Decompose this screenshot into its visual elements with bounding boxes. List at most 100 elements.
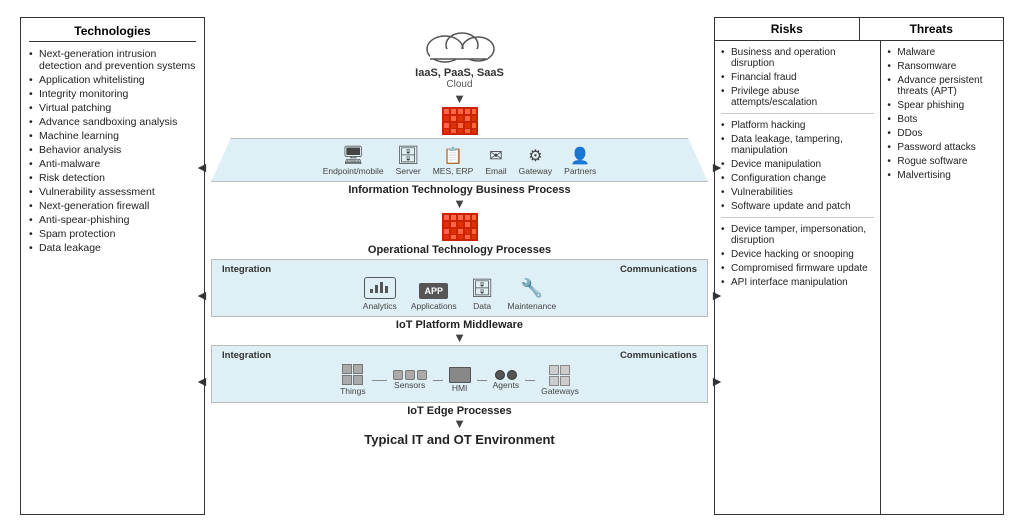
firewall-2 — [211, 213, 708, 241]
threat-item: DDos — [887, 126, 997, 140]
technologies-list: Next-generation intrusion detection and … — [29, 47, 196, 255]
threat-item: Advance persistent threats (APT) — [887, 73, 997, 98]
analytics-label: Analytics — [363, 301, 397, 311]
gateway-label: Gateway — [519, 166, 553, 176]
threat-item: Spear phishing — [887, 98, 997, 112]
gateways-label: Gateways — [541, 386, 579, 396]
risk-item: Business and operation disruption — [721, 45, 874, 70]
ot-communications-label: Communications — [620, 264, 697, 275]
edge-integration-label: Integration — [222, 350, 271, 361]
cloud-down-arrow: ▼ — [211, 94, 708, 104]
middle-down-arrow: ▼ — [211, 198, 708, 210]
list-item: Spam protection — [29, 227, 196, 241]
edge-nodes-row: Things Sensors — [222, 361, 697, 399]
edge-communications-label: Communications — [620, 350, 697, 361]
risk-item: Privilege abuse attempts/escalation — [721, 84, 874, 109]
it-title: Information Technology Business Process — [211, 184, 708, 196]
sensors-group: Sensors — [393, 370, 427, 390]
maintenance-label: Maintenance — [508, 301, 557, 311]
things-label: Things — [340, 386, 366, 396]
risks-column: Business and operation disruption Financ… — [715, 41, 881, 514]
hmi-group: HMI — [449, 367, 471, 393]
threat-item: Rogue software — [887, 154, 997, 168]
threats-column: Malware Ransomware Advance persistent th… — [881, 41, 1003, 514]
cloud-sublabel: Cloud — [446, 79, 472, 90]
ot-int-comm-row: Integration Communications — [222, 264, 697, 275]
risk-item: Device tamper, impersonation, disruption — [721, 222, 874, 247]
ot-title: IoT Platform Middleware — [211, 319, 708, 331]
gateways-group: Gateways — [541, 365, 579, 396]
risk-item: Software update and patch — [721, 199, 874, 213]
mes-erp-item: 📋 MES, ERP — [433, 146, 474, 176]
cloud-label: IaaS, PaaS, SaaS — [415, 67, 504, 79]
list-item: Data leakage — [29, 241, 196, 255]
maintenance-item: 🔧 Maintenance — [508, 278, 557, 311]
connector-line-3 — [477, 380, 487, 381]
edge-layer: ◄ ► Integration Communications — [211, 345, 708, 417]
list-item: Next-generation intrusion detection and … — [29, 47, 196, 73]
list-item: Machine learning — [29, 129, 196, 143]
risks-group-3: Device tamper, impersonation, disruption… — [721, 222, 874, 293]
sensors-label: Sensors — [394, 380, 425, 390]
risk-item: Device hacking or snooping — [721, 247, 874, 261]
risks-group-2: Platform hacking Data leakage, tampering… — [721, 118, 874, 218]
risk-item: Vulnerabilities — [721, 185, 874, 199]
list-item: Next-generation firewall — [29, 199, 196, 213]
ot-integration-label: Integration — [222, 264, 271, 275]
risks-threats-header: Risks Threats — [714, 17, 1004, 40]
threats-header: Threats — [860, 18, 1004, 40]
list-item: Vulnerability assessment — [29, 185, 196, 199]
analytics-item: Analytics — [363, 277, 397, 311]
ot-edge-down-arrow: ▼ — [211, 333, 708, 343]
technologies-title: Technologies — [29, 24, 196, 42]
data-label: Data — [473, 301, 491, 311]
data-item: 🗄 Data — [471, 278, 494, 311]
risk-item: Data leakage, tampering, manipulation — [721, 132, 874, 157]
email-item: ✉ Email — [485, 146, 506, 176]
edge-left-arrow: ◄ — [195, 373, 209, 389]
hmi-label: HMI — [452, 383, 468, 393]
endpoint-label: Endpoint/mobile — [323, 166, 384, 176]
edge-title: IoT Edge Processes — [211, 405, 708, 417]
ot-icons-row: Analytics APP Applications 🗄 Data 🔧 — [222, 275, 697, 313]
threat-item: Malware — [887, 45, 997, 59]
partners-item: 👤 Partners — [564, 146, 596, 176]
right-panels: Risks Threats Business and operation dis… — [714, 17, 1004, 515]
connector-line-4 — [525, 380, 535, 381]
list-item: Risk detection — [29, 171, 196, 185]
threat-item: Password attacks — [887, 140, 997, 154]
server-label: Server — [396, 166, 421, 176]
ot-process-label: Operational Technology Processes — [211, 244, 708, 256]
risks-group-1: Business and operation disruption Financ… — [721, 45, 874, 114]
partners-label: Partners — [564, 166, 596, 176]
connector-line-1 — [372, 380, 387, 381]
bottom-label: Typical IT and OT Environment — [211, 432, 708, 447]
ot-left-arrow: ◄ — [195, 287, 209, 303]
server-item: 🗄 Server — [396, 145, 421, 176]
list-item: Behavior analysis — [29, 143, 196, 157]
edge-int-comm-row: Integration Communications — [222, 350, 697, 361]
gateway-item: ⚙ Gateway — [519, 146, 553, 176]
risk-item: Configuration change — [721, 171, 874, 185]
threat-item: Ransomware — [887, 59, 997, 73]
list-item: Application whitelisting — [29, 73, 196, 87]
main-container: Technologies Next-generation intrusion d… — [12, 11, 1012, 521]
risks-header: Risks — [715, 18, 860, 40]
applications-item: APP Applications — [411, 283, 457, 311]
risk-item: Device manipulation — [721, 157, 874, 171]
mes-erp-label: MES, ERP — [433, 166, 474, 176]
risk-item: Platform hacking — [721, 118, 874, 132]
threat-item: Malvertising — [887, 168, 997, 182]
it-left-arrow: ◄ — [195, 159, 209, 175]
bottom-down-arrow: ▼ — [211, 419, 708, 429]
things-group: Things — [340, 364, 366, 396]
list-item: Anti-spear-phishing — [29, 213, 196, 227]
it-layer: ◄ ► 🖥 Endpoint/mobile 🗄 Server 📋 — [211, 138, 708, 196]
it-icons-row: 🖥 Endpoint/mobile 🗄 Server 📋 MES, ERP — [252, 145, 667, 176]
agents-label: Agents — [493, 380, 519, 390]
list-item: Integrity monitoring — [29, 87, 196, 101]
cloud-icon — [420, 17, 500, 67]
endpoint-item: 🖥 Endpoint/mobile — [323, 145, 384, 176]
ot-right-arrow: ► — [710, 287, 724, 303]
firewall-1 — [211, 107, 708, 135]
